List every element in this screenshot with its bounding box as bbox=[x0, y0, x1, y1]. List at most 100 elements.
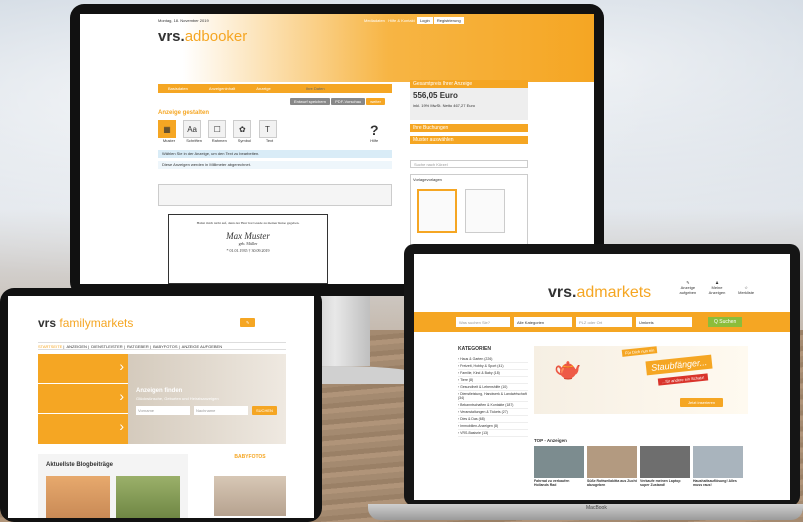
post-ad-button[interactable]: Jetzt inserieren bbox=[680, 398, 724, 407]
tool-text[interactable]: T Text bbox=[258, 120, 281, 143]
date-text: Montag, 18. November 2019 bbox=[158, 18, 209, 23]
category-item[interactable]: › Bekanntschaften & Kontakte (187) bbox=[458, 402, 528, 409]
hero-menu-item[interactable]: › bbox=[38, 384, 128, 414]
toplink-hilfe[interactable]: Hilfe & Kontakt bbox=[388, 18, 414, 23]
admarkets-logo[interactable]: vrs.admarkets bbox=[548, 284, 651, 302]
babyfotos-section: BABYFOTOS bbox=[214, 454, 286, 518]
login-button[interactable]: Login bbox=[416, 17, 433, 24]
search-bar: Was suchen Sie? Alle Kategorien PLZ oder… bbox=[414, 312, 790, 332]
ad-preview[interactable]: Haltet mich nicht auf, denn der Herr hat… bbox=[168, 214, 328, 284]
toplink-mediadaten[interactable]: Mediadaten bbox=[364, 18, 385, 23]
nav-startseite[interactable]: STARTSEITE bbox=[38, 344, 62, 349]
tool-muster[interactable]: ▦ Muster bbox=[158, 120, 180, 143]
register-button[interactable]: Registrierung bbox=[433, 17, 464, 24]
category-item[interactable]: › Dienstleistung, Handwerk & Landwirtsch… bbox=[458, 391, 528, 402]
adbooker-logo[interactable]: vrs.adbooker bbox=[158, 28, 247, 45]
bookings-header[interactable]: Ihre Buchungen bbox=[410, 124, 528, 132]
familymarkets-logo[interactable]: vrs familymarkets bbox=[38, 316, 133, 330]
radius-select[interactable]: Umkreis bbox=[636, 317, 692, 327]
pdf-preview-button[interactable]: PDF-Vorschau bbox=[331, 98, 366, 105]
tool-rahmen[interactable]: ☐ Rahmen bbox=[208, 120, 230, 143]
hero-menu-item[interactable]: › bbox=[38, 354, 128, 384]
my-ads-link[interactable]: ♟ Meine Anzeigen bbox=[703, 280, 731, 295]
frame-icon: ☐ bbox=[208, 120, 227, 138]
step-daten[interactable]: Ihre Daten bbox=[306, 86, 325, 91]
editor-toolbar[interactable] bbox=[158, 184, 392, 206]
nav-anzeige-aufgeben[interactable]: ANZEIGE AUFGEBEN bbox=[182, 344, 222, 349]
firstname-input[interactable]: Vorname bbox=[136, 406, 190, 415]
tablet-device: vrs familymarkets ✎ STARTSEITE | ANZEIGE… bbox=[0, 288, 322, 522]
top-ads-title: TOP - Anzeigen bbox=[534, 438, 567, 443]
laptop-screen: vrs.admarkets ✎ Anzeige aufgeben ♟ Meine A… bbox=[414, 254, 790, 500]
top-ad-card[interactable]: Fahrrad zu verkaufen Hollands Rad bbox=[534, 446, 584, 487]
category-item[interactable]: › VRS-Basisrie (13) bbox=[458, 430, 528, 437]
ad-thumbnail bbox=[587, 446, 637, 478]
step-bar: Basisdaten Anzeigeninhalt Anzeige Ihre D… bbox=[158, 84, 392, 93]
step-anzeige[interactable]: Anzeige bbox=[256, 86, 270, 91]
next-button[interactable]: weiter bbox=[366, 98, 385, 105]
top-ad-card[interactable]: Haushaltsauflösung! Alles muss raus! bbox=[693, 446, 743, 487]
price-box: Gesamtpreis Ihrer Anzeige 556,05 Euro in… bbox=[410, 80, 528, 120]
hero-search-button[interactable]: SUCHEN bbox=[252, 406, 277, 415]
category-item[interactable]: › Haus & Garten (226) bbox=[458, 356, 528, 363]
category-item[interactable]: › Veranstaltungen & Tickets (27) bbox=[458, 409, 528, 416]
ad-thumbnail bbox=[693, 446, 743, 478]
macbook-label: MacBook bbox=[586, 505, 607, 511]
laptop-device: vrs.admarkets ✎ Anzeige aufgeben ♟ Meine A… bbox=[404, 244, 800, 506]
post-ad-link[interactable]: ✎ Anzeige aufgeben bbox=[674, 280, 702, 295]
search-button[interactable]: Q Suchen bbox=[708, 317, 743, 327]
nav-babyfotos[interactable]: BABYFOTOS bbox=[153, 344, 177, 349]
step-inhalt[interactable]: Anzeigeninhalt bbox=[209, 86, 235, 91]
category-item[interactable]: › Immobilien-Anzeigen (8) bbox=[458, 423, 528, 430]
layout-icon: ▦ bbox=[158, 120, 176, 138]
save-draft-button[interactable]: Entwurf speichern bbox=[290, 98, 331, 105]
search-input[interactable]: Was suchen Sie? bbox=[456, 317, 510, 327]
search-input[interactable]: Suche nach Kürzel bbox=[410, 160, 528, 168]
category-select[interactable]: Alle Kategorien bbox=[514, 317, 572, 327]
tool-schriften[interactable]: Aa Schriften bbox=[183, 120, 205, 143]
ad-thumbnail bbox=[534, 446, 584, 478]
category-item[interactable]: › Freizeit, Hobby & Sport (41) bbox=[458, 363, 528, 370]
category-item[interactable]: › Familie, Kind & Baby (18) bbox=[458, 370, 528, 377]
ad-name[interactable]: Max Muster bbox=[169, 231, 327, 241]
blog-section: Aktuellste Blogbeiträge bbox=[38, 454, 188, 518]
template-item[interactable] bbox=[417, 189, 457, 233]
blog-image[interactable] bbox=[116, 476, 180, 518]
tool-row: ▦ Muster Aa Schriften ☐ Rahmen ✿ Symbol T Tex… bbox=[158, 120, 283, 143]
tool-symbol[interactable]: ✿ Symbol bbox=[233, 120, 255, 143]
top-ads-grid: Fahrrad zu verkaufen Hollands Rad Süße Ro… bbox=[534, 446, 748, 487]
help-button[interactable]: ? Hilfe bbox=[370, 122, 379, 143]
category-sidebar: KATEGORIEN › Haus & Garten (226) › Freize… bbox=[458, 346, 528, 437]
hero-title: Anzeigen finden bbox=[136, 388, 183, 394]
price-value: 556,05 Euro bbox=[413, 91, 458, 100]
nav-ratgeber[interactable]: RATGEBER bbox=[127, 344, 149, 349]
category-item[interactable]: › Tiere (8) bbox=[458, 377, 528, 384]
text-icon: T bbox=[258, 120, 277, 138]
step-basisdaten[interactable]: Basisdaten bbox=[168, 86, 188, 91]
nav-dienstleister[interactable]: DIENSTLEISTER bbox=[91, 344, 122, 349]
top-ad-card[interactable]: Verkaufe meinen Laptop super Zustand! bbox=[640, 446, 690, 487]
header-icons: ✎ Anzeige aufgeben ♟ Meine Anzeigen ☆ Merkl… bbox=[672, 280, 762, 295]
tablet-screen: vrs familymarkets ✎ STARTSEITE | ANZEIGE… bbox=[8, 296, 314, 518]
nav-anzeigen[interactable]: ANZEIGEN bbox=[66, 344, 86, 349]
layout-header: Muster auswählen bbox=[410, 136, 528, 144]
blog-image[interactable] bbox=[46, 476, 110, 518]
status-message: Diese Anzeigen werden in Millimeter abge… bbox=[158, 161, 392, 169]
promo-banner[interactable]: 🫖 Für Dich nun ein Staubfänger... ...für… bbox=[534, 346, 748, 414]
watchlist-link[interactable]: ☆ Merkliste bbox=[732, 285, 760, 295]
baby-photo[interactable] bbox=[214, 476, 286, 516]
hero-area: › › › Anzeigen finden Glückwünsche, Gebu… bbox=[38, 354, 286, 444]
post-ad-button[interactable]: ✎ bbox=[240, 318, 256, 327]
top-ad-card[interactable]: Süße Rottweilakitta aus Zucht abzugeben bbox=[587, 446, 637, 487]
font-icon: Aa bbox=[183, 120, 202, 138]
hero-subtitle: Glückwünsche, Geburten und Heiratsanzeig… bbox=[136, 396, 219, 401]
category-item[interactable]: › Dies & Das (68) bbox=[458, 416, 528, 423]
hero-menu-item[interactable]: › bbox=[38, 414, 128, 444]
category-item[interactable]: › Gesundheit & Lebenshilfe (10) bbox=[458, 384, 528, 391]
main-nav: STARTSEITE | ANZEIGEN | DIENSTLEISTER | … bbox=[38, 342, 286, 350]
lastname-input[interactable]: Nachname bbox=[194, 406, 248, 415]
adbooker-header: Montag, 18. November 2019 Mediadaten Hil… bbox=[80, 14, 594, 82]
template-item[interactable] bbox=[465, 189, 505, 233]
hero-menu: › › › bbox=[38, 354, 128, 444]
zip-input[interactable]: PLZ oder Ort bbox=[576, 317, 632, 327]
